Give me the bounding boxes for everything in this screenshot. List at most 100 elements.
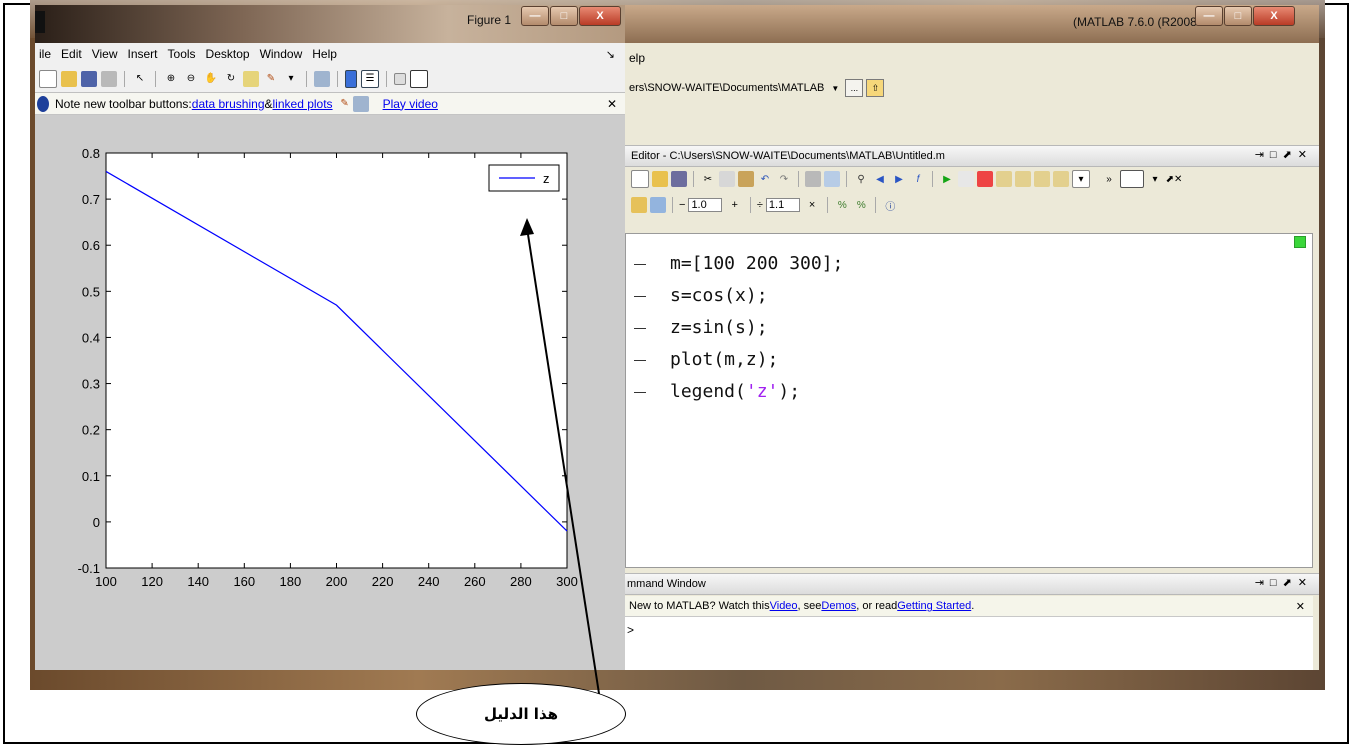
- brush-icon[interactable]: ✎: [263, 71, 279, 87]
- redo-icon[interactable]: ↷: [776, 171, 792, 187]
- command-info-bar: New to MATLAB? Watch this Video , see De…: [625, 596, 1313, 617]
- command-window-controls-icon[interactable]: ⇥□⬈✕: [1255, 576, 1313, 589]
- cell-icon[interactable]: [631, 197, 647, 213]
- new-file-icon[interactable]: [631, 170, 649, 188]
- toolbar-separator: [798, 171, 799, 187]
- increment-button[interactable]: +: [731, 199, 737, 211]
- colorbar-icon[interactable]: [345, 69, 357, 88]
- video-link[interactable]: Video: [770, 600, 798, 612]
- menu-file[interactable]: ile: [39, 47, 51, 61]
- layout-dropdown-icon[interactable]: ▾: [1147, 171, 1163, 187]
- demos-link[interactable]: Demos: [821, 600, 856, 612]
- info-icon[interactable]: ⓘ: [882, 197, 898, 213]
- continue-icon[interactable]: [1053, 171, 1069, 187]
- rotate-icon[interactable]: ↻: [223, 71, 239, 87]
- divide-button[interactable]: ÷: [757, 199, 763, 211]
- link-plot-icon[interactable]: [314, 70, 330, 87]
- minimize-icon[interactable]: —: [1195, 6, 1223, 26]
- current-folder-input[interactable]: ers\SNOW-WAITE\Documents\MATLAB: [629, 79, 824, 97]
- maximize-icon[interactable]: □: [550, 6, 578, 26]
- brush-dropdown-icon[interactable]: ▾: [283, 71, 299, 87]
- figure-body: ile Edit View Insert Tools Desktop Windo…: [35, 43, 625, 670]
- dock-icon[interactable]: ↘: [606, 48, 615, 61]
- data-brushing-link[interactable]: data brushing: [192, 97, 265, 111]
- info-prefix: New to MATLAB? Watch this: [629, 600, 770, 612]
- folder-up-icon[interactable]: ⇧: [866, 79, 885, 97]
- matlab-titlebar[interactable]: (MATLAB 7.6.0 (R2008a — □ X: [625, 5, 1319, 43]
- cut-icon[interactable]: ✂: [700, 171, 716, 187]
- undo-icon[interactable]: ↶: [757, 171, 773, 187]
- clear-breakpoints-icon[interactable]: [977, 171, 993, 187]
- open-file-icon[interactable]: [61, 70, 77, 87]
- menu-window[interactable]: Window: [260, 47, 303, 61]
- line-marker: [634, 360, 646, 361]
- step-icon[interactable]: [996, 171, 1012, 187]
- menu-desktop[interactable]: Desktop: [206, 47, 250, 61]
- multiply-button[interactable]: ×: [809, 199, 815, 211]
- function-icon[interactable]: f: [910, 171, 926, 187]
- matlab-window: (MATLAB 7.6.0 (R2008a — □ X elp ers\SNOW…: [625, 5, 1319, 670]
- menu-view[interactable]: View: [92, 47, 118, 61]
- data-cursor-icon[interactable]: [243, 70, 259, 87]
- matlab-title: (MATLAB 7.6.0 (R2008a: [1073, 15, 1204, 29]
- toolbar-separator: [386, 70, 387, 87]
- editor-window-controls-icon[interactable]: ⇥□⬈✕: [1255, 148, 1313, 161]
- cell-mode-icon-2[interactable]: %: [853, 197, 869, 213]
- cell-eval-icon[interactable]: [650, 197, 666, 213]
- print-icon[interactable]: [805, 171, 821, 187]
- decrement-button[interactable]: −: [679, 199, 685, 211]
- zoom-out-icon[interactable]: ⊖: [183, 71, 199, 87]
- more-icon[interactable]: »: [1101, 171, 1117, 187]
- open-folder-icon[interactable]: [652, 171, 668, 187]
- step-in-icon[interactable]: [1015, 171, 1031, 187]
- menu-help[interactable]: Help: [312, 47, 337, 61]
- zoom-in-icon[interactable]: ⊕: [163, 71, 179, 87]
- play-video-link[interactable]: Play video: [383, 97, 438, 111]
- show-tools-icon[interactable]: [410, 69, 428, 88]
- code-editor[interactable]: m=[100 200 300]; s=cos(x); z=sin(s); plo…: [625, 233, 1313, 568]
- getting-started-link[interactable]: Getting Started: [897, 600, 971, 612]
- menu-insert[interactable]: Insert: [128, 47, 158, 61]
- browse-folder-button[interactable]: ...: [845, 79, 864, 97]
- close-icon[interactable]: X: [1253, 6, 1295, 26]
- forward-icon[interactable]: ▶: [891, 171, 907, 187]
- layout-icon[interactable]: [1120, 170, 1144, 188]
- menu-tools[interactable]: Tools: [168, 47, 196, 61]
- paste-icon[interactable]: [738, 171, 754, 187]
- linked-plots-link[interactable]: linked plots: [273, 97, 333, 111]
- comment-icon[interactable]: [824, 171, 840, 187]
- close-info-icon[interactable]: ✕: [1296, 600, 1305, 613]
- pan-icon[interactable]: ✋: [203, 71, 219, 87]
- menu-edit[interactable]: Edit: [61, 47, 82, 61]
- cell-value-input-2[interactable]: 1.1: [765, 198, 800, 212]
- save-figure-icon[interactable]: [81, 70, 97, 87]
- pointer-icon[interactable]: ↖: [132, 71, 148, 87]
- breakpoint-icon[interactable]: [958, 171, 974, 187]
- cell-value-input[interactable]: 1.0: [688, 198, 723, 212]
- legend-icon[interactable]: ☰: [361, 69, 379, 88]
- copy-icon[interactable]: [719, 171, 735, 187]
- toolbar-separator: [932, 171, 933, 187]
- close-icon[interactable]: X: [579, 6, 621, 26]
- figure-titlebar[interactable]: Figure 1 — □ X: [35, 5, 625, 43]
- hide-tools-icon[interactable]: [394, 72, 406, 85]
- run-icon[interactable]: ▶: [939, 171, 955, 187]
- note-amp: &: [264, 96, 273, 111]
- find-icon[interactable]: ⚲: [853, 171, 869, 187]
- back-icon[interactable]: ◀: [872, 171, 888, 187]
- brush-icon: ✎: [340, 98, 349, 109]
- maximize-icon[interactable]: □: [1224, 6, 1252, 26]
- step-out-icon[interactable]: [1034, 171, 1050, 187]
- save-icon[interactable]: [671, 171, 687, 187]
- chevron-down-icon[interactable]: ▼: [828, 81, 842, 95]
- matlab-menu-help[interactable]: elp: [629, 51, 645, 65]
- minimize-icon[interactable]: —: [521, 6, 549, 26]
- code-line: s=cos(x);: [670, 285, 768, 306]
- undock-icon[interactable]: ⬈✕: [1166, 171, 1183, 187]
- new-figure-icon[interactable]: [39, 69, 57, 88]
- close-note-icon[interactable]: ✕: [607, 97, 617, 111]
- print-figure-icon[interactable]: [101, 70, 117, 87]
- cell-mode-icon[interactable]: %: [834, 197, 850, 213]
- stack-dropdown-icon[interactable]: ▾: [1072, 170, 1090, 188]
- command-input[interactable]: >: [625, 617, 1313, 670]
